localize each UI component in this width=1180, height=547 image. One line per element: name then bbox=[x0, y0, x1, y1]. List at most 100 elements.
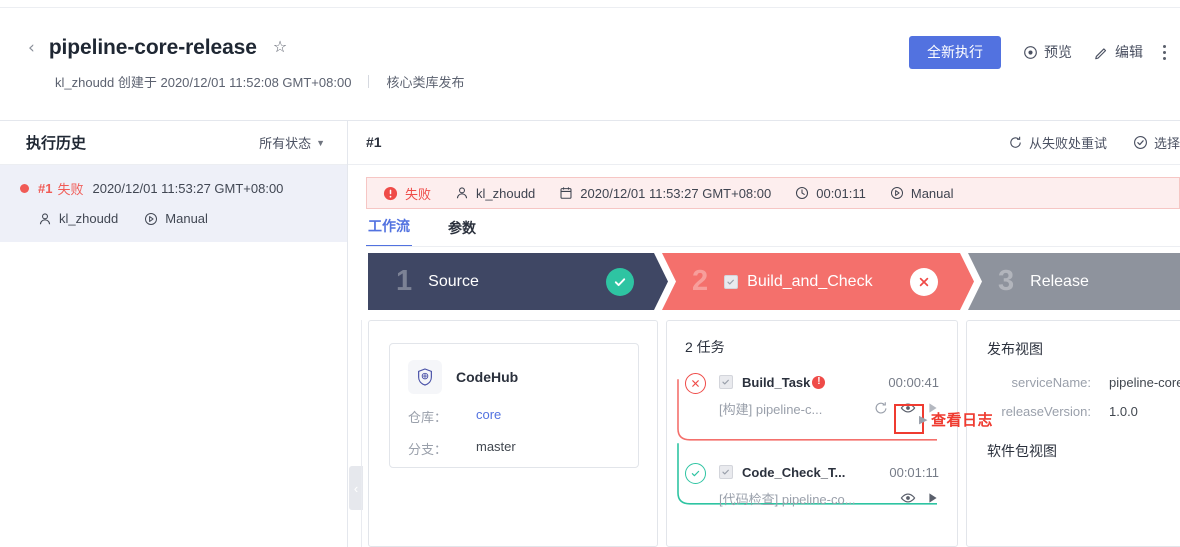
release-version-row: releaseVersion: 1.0.0 bbox=[967, 404, 1180, 419]
stage-header-release[interactable]: 3 Release bbox=[968, 253, 1180, 310]
run-status-label: 失败 bbox=[57, 182, 84, 197]
task-item-build[interactable]: Build_Task ! 00:00:41 [构建] pipeline-c... bbox=[685, 371, 939, 423]
page-subtitle-author: kl_zhoudd 创建于 2020/12/01 11:52:08 GMT+08… bbox=[55, 75, 352, 90]
select-label: 选择 bbox=[1153, 136, 1180, 151]
stage-checkbox[interactable] bbox=[724, 274, 739, 289]
stage-number: 3 bbox=[998, 265, 1015, 297]
retry-icon[interactable] bbox=[873, 400, 889, 416]
codehub-repo-value[interactable]: core bbox=[476, 407, 501, 426]
pencil-icon bbox=[1094, 45, 1109, 60]
preview-label: 预览 bbox=[1044, 44, 1072, 61]
run-status-bar: 失败 kl_zhoudd 2020/12/01 11:53:27 GMT+08:… bbox=[366, 177, 1180, 209]
stage-panels: CodeHub 仓库： core 分支： master 2 任务 Build_T… bbox=[368, 320, 1180, 547]
stage-name: Build_and_Check bbox=[747, 272, 873, 290]
close-circle-icon bbox=[685, 373, 706, 394]
task-code-check-actions bbox=[889, 490, 939, 506]
eye-icon bbox=[1023, 45, 1038, 60]
refresh-icon bbox=[1008, 135, 1023, 150]
task-name: Code_Check_T... bbox=[742, 464, 846, 480]
page-header-actions: 全新执行 预览 编辑 bbox=[909, 36, 1166, 69]
stage-number: 2 bbox=[692, 265, 709, 297]
stage-number: 1 bbox=[396, 265, 413, 297]
task-checkbox[interactable] bbox=[719, 465, 733, 479]
retry-from-failure-button[interactable]: 从失败处重试 bbox=[1008, 133, 1107, 152]
status-state-label: 失败 bbox=[405, 186, 432, 202]
tab-workflow[interactable]: 工作流 bbox=[366, 216, 412, 247]
codehub-source-card[interactable]: CodeHub 仓库： core 分支： master bbox=[389, 343, 639, 468]
status-filter-dropdown[interactable]: 所有状态 ▼ bbox=[259, 133, 325, 152]
kebab-menu-icon[interactable] bbox=[1163, 43, 1166, 61]
stage-header-source[interactable]: 1 Source bbox=[368, 253, 668, 310]
tabs-underline bbox=[366, 246, 1180, 247]
status-user: kl_zhoudd bbox=[455, 186, 535, 201]
eye-icon[interactable] bbox=[900, 490, 916, 506]
current-run-label: #1 bbox=[366, 134, 382, 150]
task-name: Build_Task bbox=[742, 374, 811, 390]
execution-history-sidebar: 执行历史 所有状态 ▼ #1 失败 2020/12/01 11:53:27 GM… bbox=[0, 121, 348, 547]
main-header: #1 从失败处重试 选择 bbox=[348, 121, 1180, 165]
play-icon[interactable] bbox=[927, 492, 939, 504]
top-strip bbox=[0, 0, 1180, 8]
back-icon[interactable]: ‹ bbox=[28, 39, 35, 57]
user-icon bbox=[38, 212, 52, 226]
select-button[interactable]: 选择 bbox=[1133, 133, 1180, 152]
run-pipeline-button[interactable]: 全新执行 bbox=[909, 36, 1001, 69]
edit-label: 编辑 bbox=[1115, 44, 1143, 61]
preview-button[interactable]: 预览 bbox=[1023, 42, 1072, 62]
task-item-code-check[interactable]: Code_Check_T... 00:01:11 [代码检查] pipeline… bbox=[685, 461, 939, 513]
status-duration: 00:01:11 bbox=[795, 186, 866, 201]
task-checkbox[interactable] bbox=[719, 375, 733, 389]
status-date: 2020/12/01 11:53:27 GMT+08:00 bbox=[559, 186, 771, 201]
failed-dot-icon bbox=[20, 184, 29, 193]
play-circle-icon bbox=[144, 212, 158, 226]
check-circle-icon bbox=[1133, 135, 1148, 150]
run-trigger: Manual bbox=[144, 211, 208, 226]
sidebar-header: 执行历史 所有状态 ▼ bbox=[0, 121, 347, 165]
stage-name: Release bbox=[1030, 272, 1089, 290]
codehub-branch-value: master bbox=[476, 439, 516, 454]
task-code-check-detail: [代码检查] pipeline-co... bbox=[685, 483, 939, 513]
edit-button[interactable]: 编辑 bbox=[1094, 42, 1143, 62]
stage-status-success-icon bbox=[606, 267, 634, 296]
retry-label: 从失败处重试 bbox=[1028, 136, 1107, 151]
check-circle-icon bbox=[685, 463, 706, 484]
release-service-name-label: serviceName: bbox=[1011, 375, 1091, 390]
task-description: [代码检查] pipeline-co... bbox=[719, 491, 856, 507]
status-user-label: kl_zhoudd bbox=[476, 185, 536, 201]
page-title: pipeline-core-release bbox=[48, 36, 257, 59]
codehub-branch-row: 分支： master bbox=[408, 439, 620, 458]
status-filter-label: 所有状态 bbox=[259, 136, 312, 151]
codehub-shield-icon bbox=[408, 360, 442, 394]
user-icon bbox=[455, 186, 469, 200]
package-view-title: 软件包视图 bbox=[987, 443, 1057, 459]
codehub-card-title: CodeHub bbox=[456, 369, 519, 385]
calendar-icon bbox=[559, 186, 573, 200]
status-date-label: 2020/12/01 11:53:27 GMT+08:00 bbox=[580, 185, 772, 201]
page-header: ‹ pipeline-core-release ☆ kl_zhoudd 创建于 … bbox=[0, 8, 1180, 121]
panel-build-and-check: 2 任务 Build_Task ! 00:00:41 [构建] pipeline… bbox=[666, 320, 958, 547]
codehub-branch-label: 分支： bbox=[408, 442, 448, 457]
star-outline-icon[interactable]: ☆ bbox=[273, 40, 287, 56]
pipeline-detail-page: ‹ pipeline-core-release ☆ kl_zhoudd 创建于 … bbox=[0, 0, 1180, 547]
error-icon bbox=[383, 186, 398, 201]
clock-icon bbox=[795, 186, 809, 200]
subtitle-divider bbox=[368, 75, 370, 88]
task-code-check-header: Code_Check_T... 00:01:11 bbox=[685, 461, 939, 483]
run-timestamp: 2020/12/01 11:53:27 GMT+08:00 bbox=[92, 181, 284, 196]
detail-tabs: 工作流 参数 bbox=[366, 209, 1180, 247]
chevron-down-icon: ▼ bbox=[316, 137, 325, 148]
run-number: #1 bbox=[38, 181, 53, 196]
annotation-arrow-icon: ▶ bbox=[919, 414, 928, 426]
stage-header-build-and-check[interactable]: 2 Build_and_Check bbox=[662, 253, 974, 310]
panel-divider-left bbox=[361, 320, 362, 547]
execution-history-item[interactable]: #1 失败 2020/12/01 11:53:27 GMT+08:00 kl_z… bbox=[0, 165, 347, 242]
release-service-name-row: serviceName: pipeline-core-rele bbox=[967, 375, 1180, 390]
task-description: [构建] pipeline-c... bbox=[719, 401, 823, 417]
run-meta-row: kl_zhoudd Manual bbox=[20, 211, 327, 226]
panel-release: 发布视图 serviceName: pipeline-core-rele rel… bbox=[966, 320, 1180, 547]
status-trigger-label: Manual bbox=[910, 185, 954, 201]
tab-parameters[interactable]: 参数 bbox=[446, 218, 478, 247]
task-count-label: 2 任务 bbox=[685, 339, 725, 355]
status-trigger: Manual bbox=[890, 186, 954, 201]
eye-icon[interactable] bbox=[900, 400, 916, 416]
